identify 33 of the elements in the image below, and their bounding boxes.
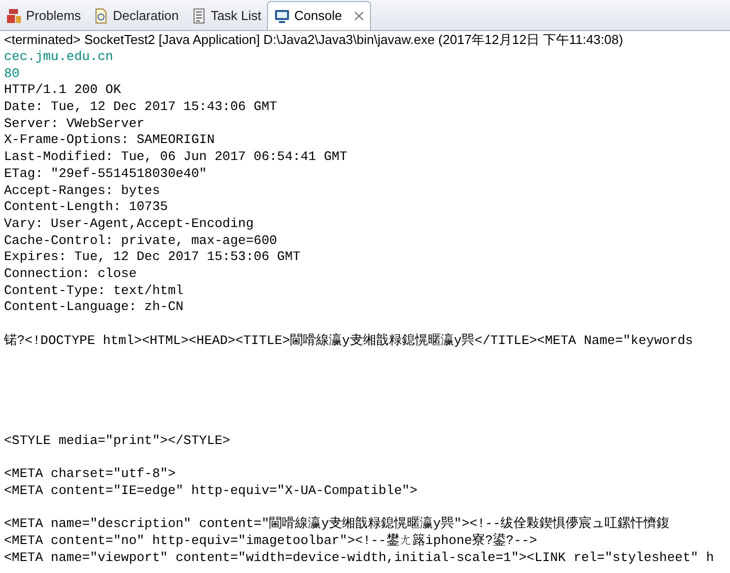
console-line: <META name="viewport" content="width=device-width,initial-scale=1"><LINK rel="stylesheet" h xyxy=(4,550,714,566)
console-line: ETag: "29ef-5514518030e40" xyxy=(4,166,207,182)
close-icon[interactable] xyxy=(354,11,364,21)
console-line: Connection: close xyxy=(4,266,137,283)
console-line: <META content="IE=edge" http-equiv="X-UA-Compatible"> xyxy=(4,482,418,500)
console-line: X-Frame-Options: SAMEORIGIN xyxy=(4,132,215,150)
console-line: Cache-Control: private, max-age=600 xyxy=(4,232,278,250)
console-line: <META name="description" content="閫嗗線瀛y叏缃戠粶鎴愰暱瀛y巺"><!--绂佺敤鍥惧儚宸ュ叿鏍忓懠鍑 xyxy=(4,516,670,533)
console-line: Server: VWebServer xyxy=(4,116,144,132)
tab[interactable]: Task List xyxy=(184,1,268,30)
console-status: <terminated> SocketTest2 [Java Application] D:\Java2\Java3\bin\javaw.exe (2017年12月12日 下午11:43:08) xyxy=(3,31,624,49)
console-line: Expires: Tue, 12 Dec 2017 15:53:06 GMT xyxy=(4,249,300,266)
console-line: <META content="no" http-equiv="imagetoolbar"><!--鐢ㄤ簬iphone寮?鍙?--> xyxy=(4,532,538,550)
console-line: Vary: User-Agent,Accept-Encoding xyxy=(4,216,254,233)
console-line: HTTP/1.1 200 OK xyxy=(4,82,122,100)
checklist-icon xyxy=(190,8,207,24)
tab[interactable]: Problems xyxy=(0,1,87,30)
tab[interactable]: Console xyxy=(267,1,371,30)
document-icon xyxy=(92,8,109,24)
console-line: Date: Tue, 12 Dec 2017 15:43:06 GMT xyxy=(4,99,278,116)
console-input-line: 80 xyxy=(4,66,20,82)
console-line: Content-Language: zh-CN xyxy=(4,299,184,316)
warning-list-icon xyxy=(6,8,22,24)
console-line: Content-Type: text/html xyxy=(4,282,184,300)
monitor-icon xyxy=(274,8,290,24)
tab[interactable]: Declaration xyxy=(86,1,185,30)
console-input-line: cec.jmu.edu.cn xyxy=(4,49,114,66)
console-line: <META charset="utf-8"> xyxy=(4,466,176,483)
console-line: Last-Modified: Tue, 06 Jun 2017 06:54:41 GMT xyxy=(4,149,348,166)
console-line: <STYLE media="print"></STYLE> xyxy=(4,432,230,450)
console-line: 锘?<!DOCTYPE html><HTML><HEAD><TITLE>閫嗗線瀛y叏缃戠粶鎴愰暱瀛y巺</TITLE><META Name="keywords xyxy=(4,332,694,350)
console-line: Accept-Ranges: bytes xyxy=(4,182,160,200)
console-line: Content-Length: 10735 xyxy=(4,199,168,216)
